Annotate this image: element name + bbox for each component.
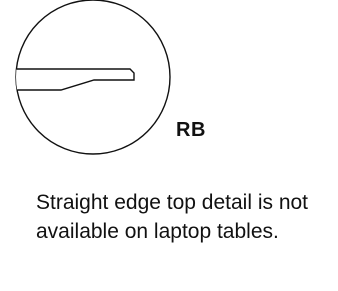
detail-code-label: RB xyxy=(176,119,206,141)
edge-profile-figure xyxy=(15,0,171,155)
availability-note: Straight edge top detail is not availabl… xyxy=(36,191,309,243)
